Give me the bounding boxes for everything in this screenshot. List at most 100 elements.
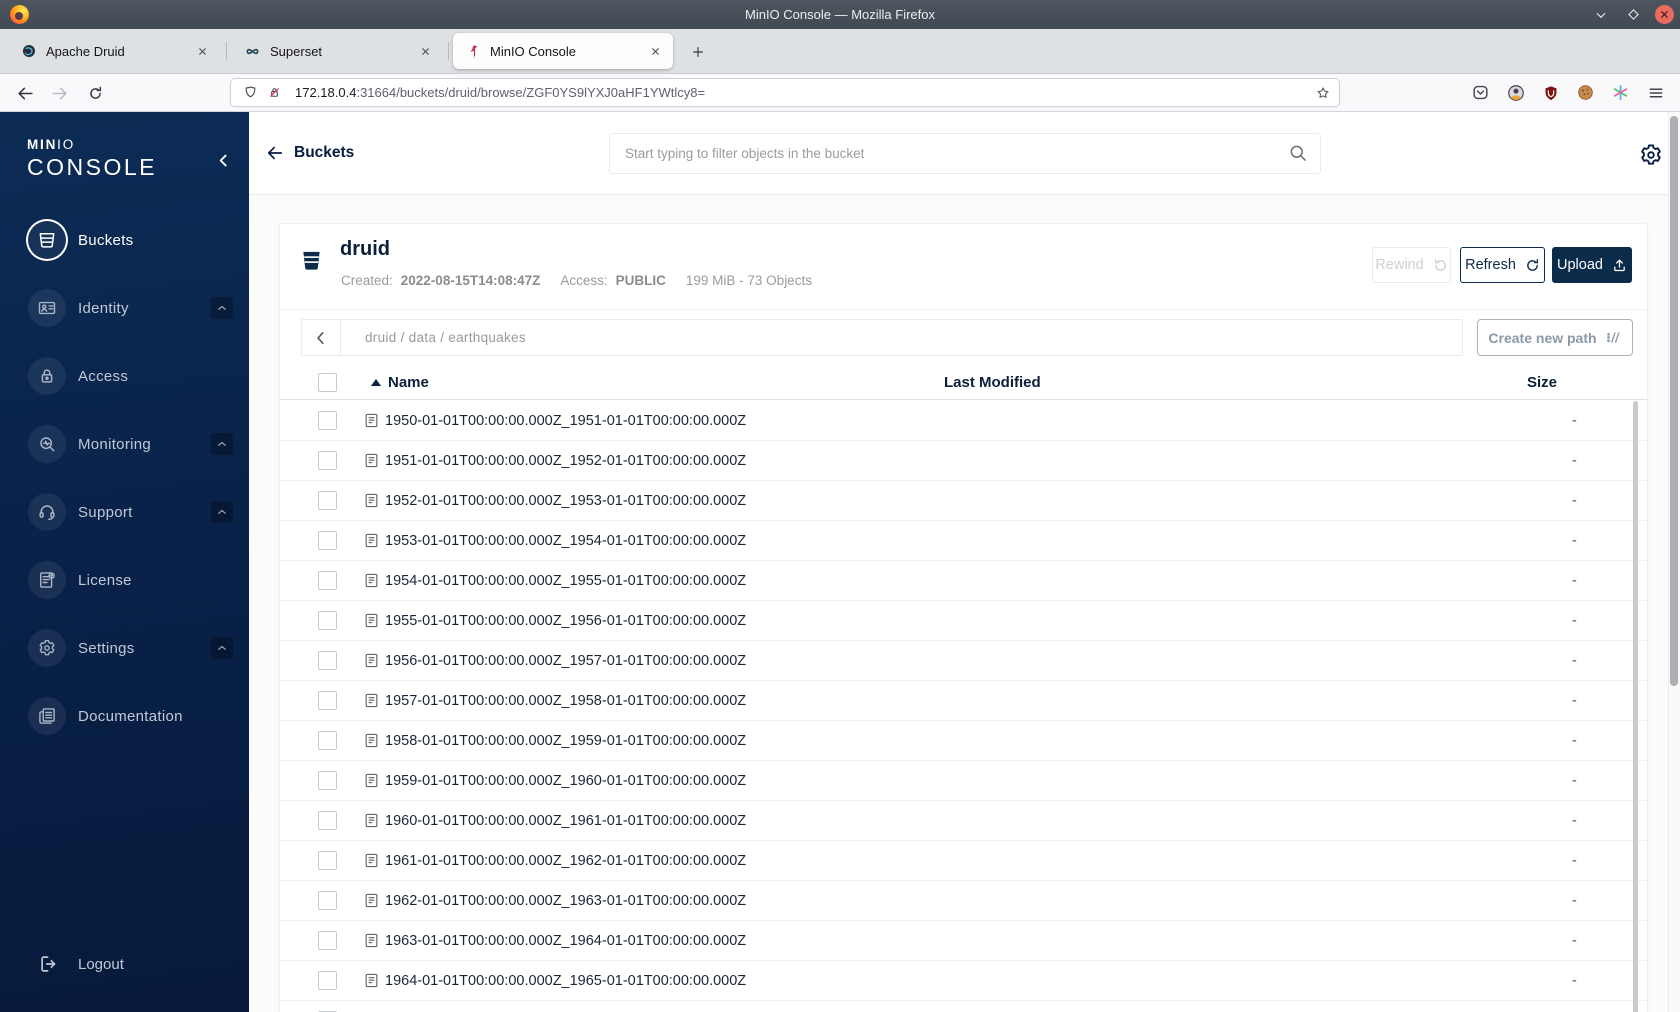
tab-close-icon[interactable] xyxy=(645,41,665,61)
chevron-up-icon[interactable] xyxy=(211,501,233,523)
file-icon xyxy=(363,412,380,429)
row-checkbox[interactable] xyxy=(318,851,337,870)
row-checkbox[interactable] xyxy=(318,771,337,790)
object-size: - xyxy=(1572,532,1577,549)
table-row[interactable]: 1958-01-01T00:00:00.000Z_1959-01-01T00:0… xyxy=(280,721,1647,761)
row-checkbox[interactable] xyxy=(318,691,337,710)
back-button[interactable] xyxy=(12,80,38,106)
settings-gear-icon[interactable] xyxy=(1638,142,1664,168)
column-size[interactable]: Size xyxy=(1527,374,1647,391)
path-back-button[interactable] xyxy=(302,320,341,355)
table-row[interactable]: 1957-01-01T00:00:00.000Z_1958-01-01T00:0… xyxy=(280,681,1647,721)
refresh-button[interactable]: Refresh xyxy=(1460,247,1545,283)
sidebar-item-buckets[interactable]: Buckets xyxy=(0,206,249,274)
tracking-shield-icon[interactable] xyxy=(243,85,258,100)
menu-hamburger-icon[interactable] xyxy=(1645,82,1666,103)
table-row[interactable]: 1953-01-01T00:00:00.000Z_1954-01-01T00:0… xyxy=(280,521,1647,561)
tab-superset[interactable]: Superset xyxy=(231,33,443,69)
object-size: - xyxy=(1572,812,1577,829)
tab-close-icon[interactable] xyxy=(192,41,212,61)
sidebar-item-logout[interactable]: Logout xyxy=(38,942,124,986)
back-to-buckets-link[interactable]: Buckets xyxy=(265,143,354,163)
back-label: Buckets xyxy=(294,144,355,161)
row-checkbox[interactable] xyxy=(318,611,337,630)
select-all-checkbox[interactable] xyxy=(318,373,337,392)
row-checkbox[interactable] xyxy=(318,571,337,590)
row-checkbox[interactable] xyxy=(318,811,337,830)
table-row[interactable]: 1963-01-01T00:00:00.000Z_1964-01-01T00:0… xyxy=(280,921,1647,961)
row-checkbox[interactable] xyxy=(318,971,337,990)
cookie-icon[interactable] xyxy=(1575,82,1596,103)
create-new-path-button[interactable]: Create new path xyxy=(1477,319,1633,356)
sidebar-item-identity[interactable]: Identity xyxy=(0,274,249,342)
sidebar-item-settings[interactable]: Settings xyxy=(0,614,249,682)
table-row[interactable]: 1952-01-01T00:00:00.000Z_1953-01-01T00:0… xyxy=(280,481,1647,521)
license-icon xyxy=(28,561,66,599)
table-row[interactable]: 1951-01-01T00:00:00.000Z_1952-01-01T00:0… xyxy=(280,441,1647,481)
sidebar-item-monitoring[interactable]: Monitoring xyxy=(0,410,249,478)
window-minimize-button[interactable] xyxy=(1591,5,1611,25)
tab-label: MinIO Console xyxy=(490,43,576,59)
chevron-up-icon[interactable] xyxy=(211,637,233,659)
ublock-icon[interactable] xyxy=(1540,82,1561,103)
pocket-icon[interactable] xyxy=(1470,82,1491,103)
table-scrollbar[interactable] xyxy=(1633,401,1638,1012)
sidebar: MINIO CONSOLE Buckets Identity Access Mo… xyxy=(0,112,249,1012)
window-close-button[interactable] xyxy=(1655,5,1674,24)
object-size: - xyxy=(1572,492,1577,509)
rewind-button[interactable]: Rewind xyxy=(1372,247,1451,283)
tab-apache-druid[interactable]: Apache Druid xyxy=(8,33,220,69)
refresh-label: Refresh xyxy=(1465,257,1516,273)
row-checkbox[interactable] xyxy=(318,531,337,550)
table-row[interactable]: 1950-01-01T00:00:00.000Z_1951-01-01T00:0… xyxy=(280,401,1647,441)
sidebar-item-support[interactable]: Support xyxy=(0,478,249,546)
sidebar-collapse-icon[interactable] xyxy=(215,152,232,169)
table-row[interactable]: 1962-01-01T00:00:00.000Z_1963-01-01T00:0… xyxy=(280,881,1647,921)
chevron-up-icon[interactable] xyxy=(211,433,233,455)
snowflake-extension-icon[interactable] xyxy=(1610,82,1631,103)
window-maximize-button[interactable] xyxy=(1623,5,1643,25)
row-checkbox[interactable] xyxy=(318,491,337,510)
page-scrollbar-track[interactable] xyxy=(1668,112,1680,1012)
chevron-up-icon[interactable] xyxy=(211,297,233,319)
sidebar-item-license[interactable]: License xyxy=(0,546,249,614)
table-row[interactable]: 1961-01-01T00:00:00.000Z_1962-01-01T00:0… xyxy=(280,841,1647,881)
new-tab-button[interactable] xyxy=(684,38,711,65)
table-row[interactable]: 1955-01-01T00:00:00.000Z_1956-01-01T00:0… xyxy=(280,601,1647,641)
file-icon xyxy=(363,852,380,869)
table-row[interactable]: 1960-01-01T00:00:00.000Z_1961-01-01T00:0… xyxy=(280,801,1647,841)
row-checkbox[interactable] xyxy=(318,931,337,950)
row-checkbox[interactable] xyxy=(318,651,337,670)
logo-min: MIN xyxy=(27,137,58,152)
upload-button[interactable]: Upload xyxy=(1552,247,1632,283)
table-row[interactable]: 1965-01-01T00:00:00.000Z_1966-01-01T00:0… xyxy=(280,1001,1647,1012)
tab-minio-console[interactable]: MinIO Console xyxy=(453,33,673,69)
table-row[interactable]: 1959-01-01T00:00:00.000Z_1960-01-01T00:0… xyxy=(280,761,1647,801)
sidebar-item-label: Support xyxy=(78,503,133,521)
page-scrollbar-thumb[interactable] xyxy=(1670,116,1678,686)
object-filter-input[interactable] xyxy=(609,133,1321,174)
breadcrumb[interactable]: druid / data / earthquakes xyxy=(341,330,526,345)
column-name[interactable]: Name xyxy=(388,374,429,391)
row-checkbox[interactable] xyxy=(318,451,337,470)
file-icon xyxy=(363,452,380,469)
row-checkbox[interactable] xyxy=(318,891,337,910)
insecure-lock-icon[interactable] xyxy=(267,85,282,100)
sidebar-item-access[interactable]: Access xyxy=(0,342,249,410)
bucket-name: druid xyxy=(340,238,390,260)
forward-button[interactable] xyxy=(46,80,72,106)
row-checkbox[interactable] xyxy=(318,411,337,430)
bucket-solid-icon xyxy=(300,247,323,273)
column-last-modified[interactable]: Last Modified xyxy=(944,374,1527,391)
tab-close-icon[interactable] xyxy=(415,41,435,61)
table-row[interactable]: 1956-01-01T00:00:00.000Z_1957-01-01T00:0… xyxy=(280,641,1647,681)
row-checkbox[interactable] xyxy=(318,731,337,750)
sort-asc-icon[interactable] xyxy=(371,379,381,386)
table-row[interactable]: 1964-01-01T00:00:00.000Z_1965-01-01T00:0… xyxy=(280,961,1647,1001)
url-bar[interactable]: 172.18.0.4:31664/buckets/druid/browse/ZG… xyxy=(231,79,1339,106)
sidebar-item-documentation[interactable]: Documentation xyxy=(0,682,249,750)
account-avatar-icon[interactable] xyxy=(1505,82,1526,103)
table-row[interactable]: 1954-01-01T00:00:00.000Z_1955-01-01T00:0… xyxy=(280,561,1647,601)
bookmark-star-icon[interactable] xyxy=(1315,85,1331,101)
reload-button[interactable] xyxy=(82,80,108,106)
